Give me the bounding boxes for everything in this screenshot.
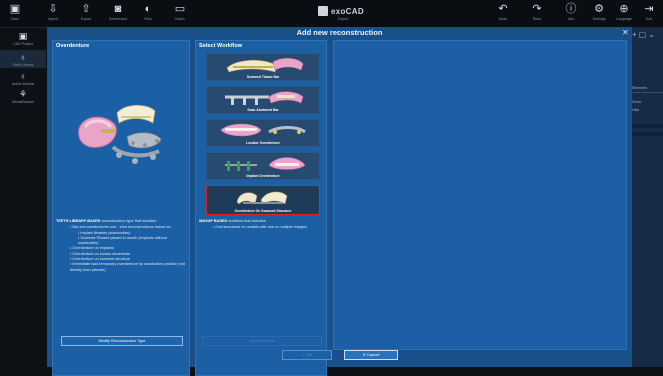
right-panel-row: Hide [632,108,640,112]
sidebar-item-dentalbrowse[interactable]: ⚘ DentalBrowse [0,88,46,104]
language-button[interactable]: ⊕ Language [611,2,637,21]
dialog-title: Add new reconstruction [296,28,383,37]
tooth-icon: ♁ [19,52,27,62]
sidebar-item-active-models[interactable]: ♁ Active Models [0,70,46,86]
export-button[interactable]: ⇧ Export [73,2,99,21]
brand-sub: Expert [338,17,349,21]
implant-overdenture-image [225,157,306,171]
tools-icon: ⚘ [18,89,28,99]
brand: exoCAD Expert [318,4,364,21]
sidebar-item-tooth-library[interactable]: ♁ Tooth Library [0,50,46,68]
modify-reconstruction-type-button[interactable]: Modify Reconstruction Type [61,336,183,346]
select-workflow-panel: Select Workflow Scanned Tibase Bar Scan … [195,40,327,376]
add-reconstruction-dialog: Add new reconstruction ✕ Overdenture TEE… [47,27,632,376]
right-panel: + ▢ ⌄ Elements Show Hide [630,28,663,367]
locator-overdenture-image [220,123,306,137]
workflow-tile-scan-abutment-bar[interactable]: Scan Abutment Bar [206,86,320,114]
import-icon: ⇩ [48,3,58,15]
overdenture-panel: Overdenture TEETH LIBRARY BASED reconstr… [52,40,190,376]
redo-button[interactable]: ↷ Redo [524,2,550,21]
import-button[interactable]: ⇩ Import [40,2,66,21]
contrast-icon: ◐ [144,3,152,15]
export-icon: ⇧ [81,3,91,15]
redo-icon: ↷ [532,3,542,15]
workflow-tile-implant-overdenture[interactable]: Implant Overdenture [206,152,320,180]
globe-icon: ⊕ [619,3,629,15]
overdenture-description: TEETH LIBRARY BASED reconstruction type … [56,219,186,273]
workflow-tile-overdenture-on-scanned-structure[interactable]: Overdenture On Scanned Structure [206,185,320,215]
overdenture-title: Overdenture [56,43,90,49]
cancel-button[interactable]: ✕ Cancel [344,350,398,360]
exit-button[interactable]: ⇥ Exit [636,2,662,21]
undo-button[interactable]: ↶ Undo [490,2,516,21]
save-button[interactable]: ▣ Save [2,2,28,21]
ok-button[interactable]: ✓ OK [282,350,332,360]
screenshot-button[interactable]: ◙ Screenshot [105,2,131,21]
waxup-description: WAXUP BASED workflow that includes: Over… [199,219,323,231]
monitor-icon: ▭ [174,3,186,15]
view-button[interactable]: ◐ View [135,2,161,21]
undo-icon: ↶ [498,3,508,15]
overdenture-illustration [78,104,162,164]
camera-icon: ◙ [114,3,122,15]
close-icon[interactable]: ✕ [622,27,629,39]
chevron-down-icon[interactable]: ⌄ [648,30,655,39]
exit-icon: ⇥ [644,3,654,15]
square-icon[interactable]: ▢ [639,30,647,39]
right-panel-icons: + ▢ ⌄ [632,30,655,39]
batch-button[interactable]: ▭ Batch [167,2,193,21]
select-workflow-title: Select Workflow [199,43,243,49]
scanned-tibase-bar-image [226,58,304,73]
info-icon: ⓘ [565,3,577,15]
scan-abutment-bar-image [225,91,304,105]
brand-logo-icon [318,6,328,16]
preview-panel [333,40,627,350]
next-workflow-button[interactable]: Next Workflow [202,336,322,346]
workflow-tile-scanned-tibase-bar[interactable]: Scanned Tibase Bar [206,53,320,81]
plus-icon[interactable]: + [632,30,637,39]
workflow-tile-locator-overdenture[interactable]: Locator Overdenture [206,119,320,147]
models-icon: ♁ [19,71,27,81]
gear-icon: ⚙ [594,3,604,15]
overdenture-scanned-structure-image [236,191,288,205]
brand-name: exoCAD [331,6,364,16]
info-button[interactable]: ⓘ Info [558,2,584,21]
save-icon: ▣ [9,3,21,15]
left-sidebar: ▣ CAD Project ♁ Tooth Library ♁ Active M… [0,28,46,367]
right-panel-row: Elements [632,86,647,90]
top-toolbar: ▣ Save ⇩ Import ⇧ Export ◙ Screenshot ◐ … [0,0,663,28]
sidebar-item-cad-project[interactable]: ▣ CAD Project [0,30,46,46]
cad-project-icon: ▣ [18,31,28,41]
settings-button[interactable]: ⚙ Settings [586,2,612,21]
